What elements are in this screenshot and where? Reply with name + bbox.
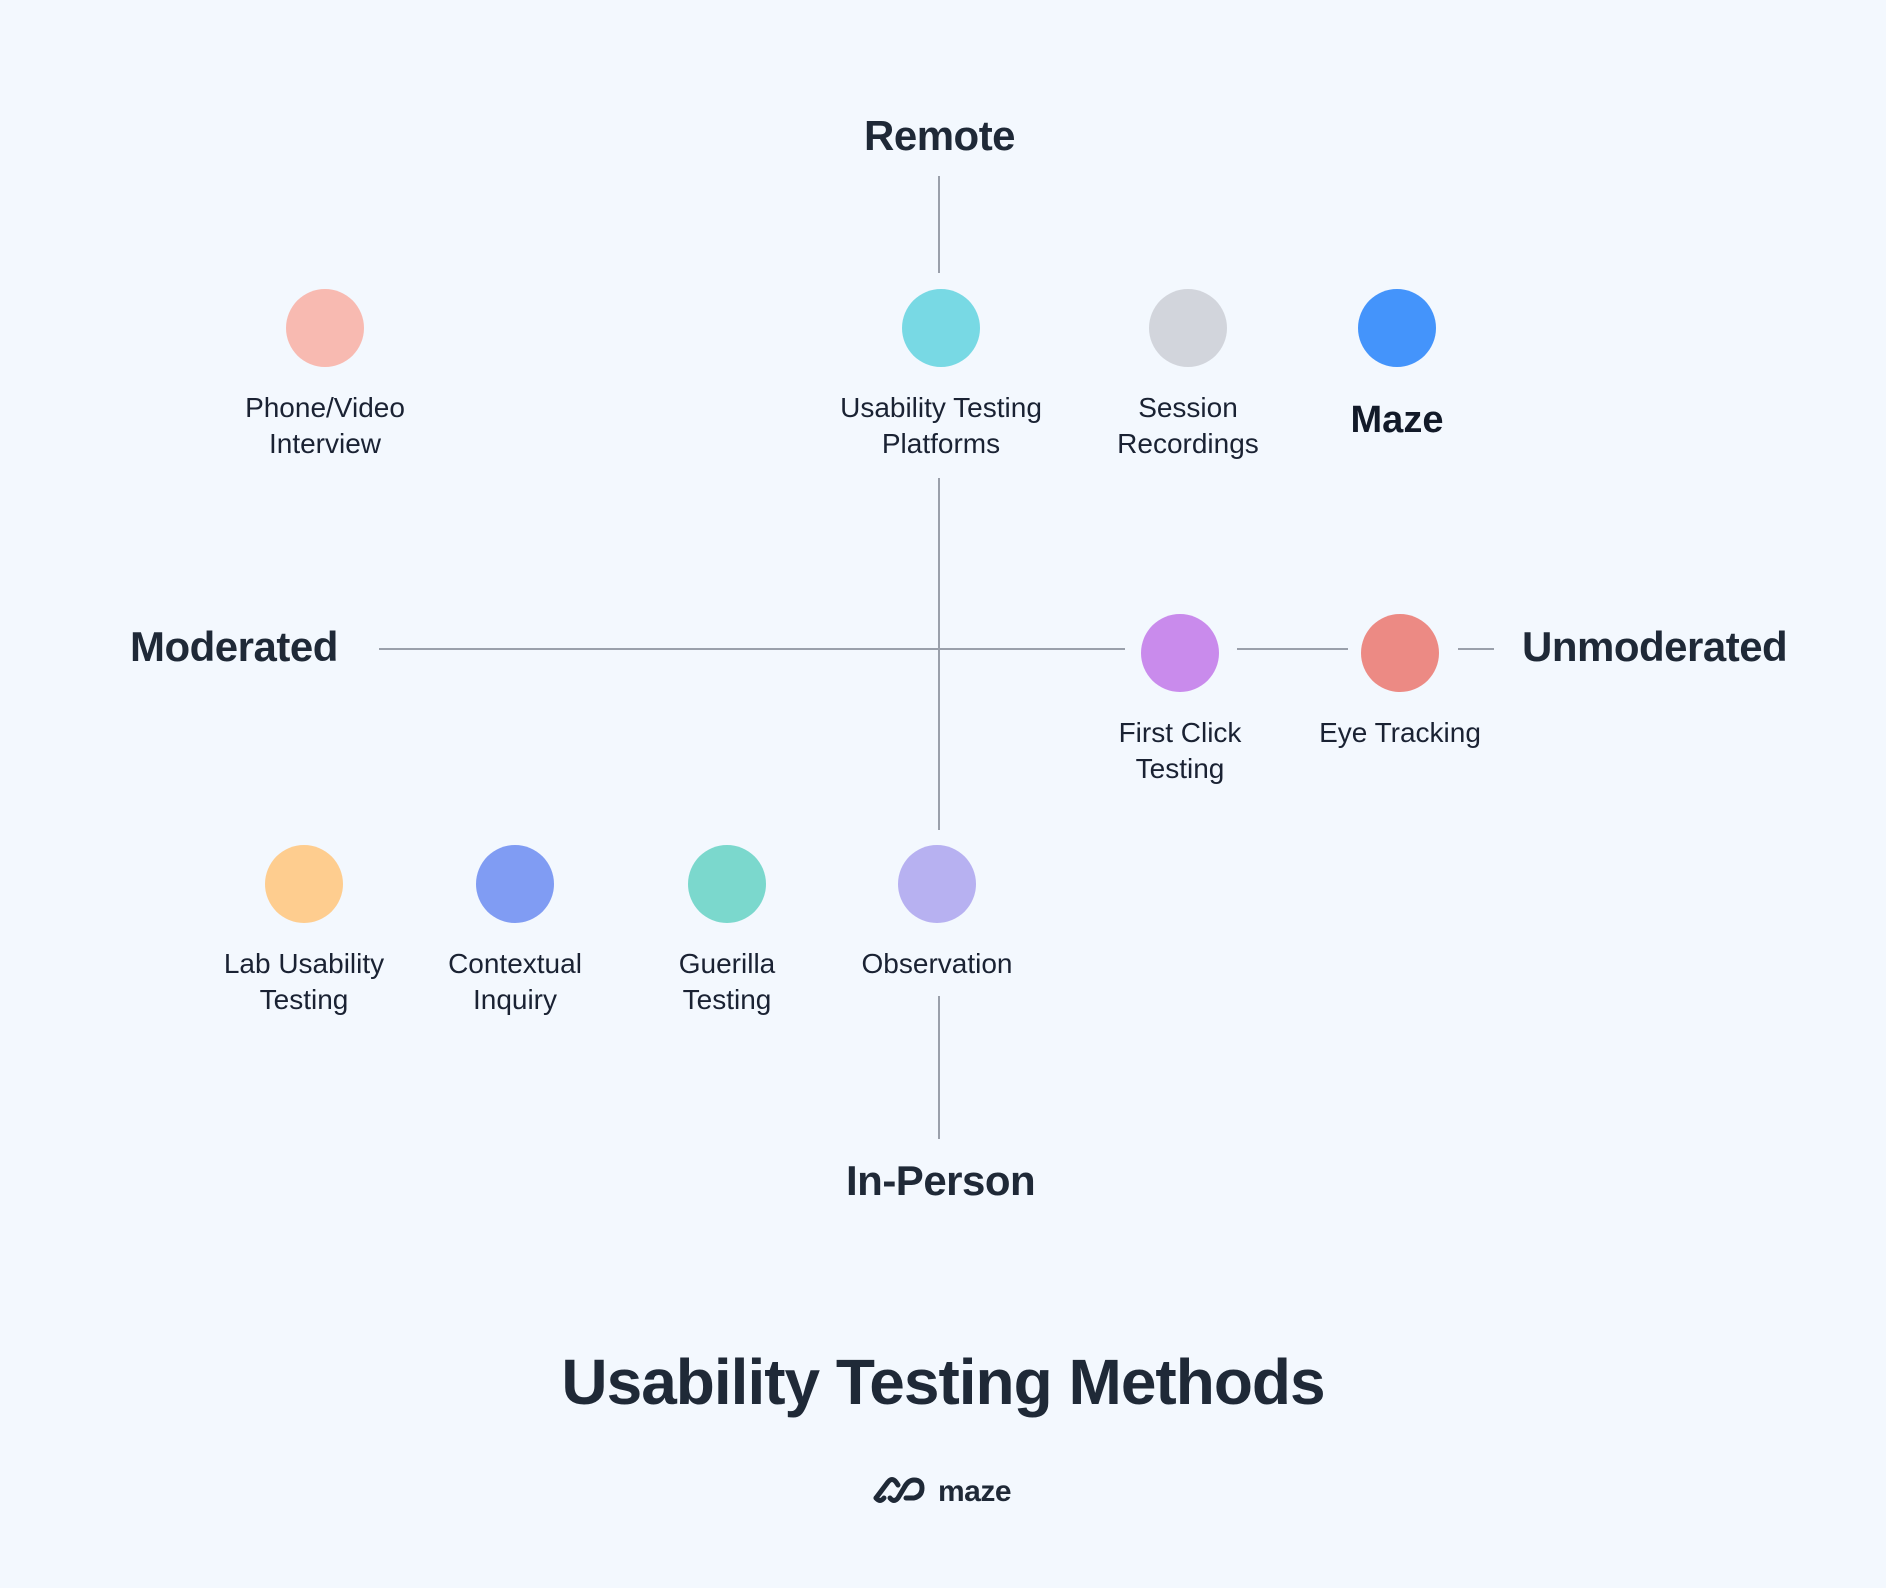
method-label-line: Eye Tracking [1319,717,1481,748]
method-dot [286,289,364,367]
axis-remote-line [938,176,940,273]
method-dot [688,845,766,923]
axis-label-remote: Remote [864,112,1016,159]
diagram-title: Usability Testing Methods [561,1346,1325,1418]
axis-unmoderated-line-end [1458,648,1494,650]
method-label-line: Testing [682,984,772,1015]
maze-logo-icon [872,1474,926,1509]
method-dot [1149,289,1227,367]
method-dot [898,845,976,923]
method-label-line: Interview [268,428,382,459]
axis-label-moderated: Moderated [130,623,338,670]
method-label-line: Platforms [881,428,1001,459]
method-label: Usability Testing Platforms [811,390,1071,462]
method-dot [902,289,980,367]
method-dot [265,845,343,923]
axis-label-unmoderated: Unmoderated [1522,623,1788,670]
method-label-line: Maze [1350,399,1444,441]
axis-unmoderated-line-segment [1237,648,1348,650]
method-label: Observation [807,946,1067,982]
method-label: Maze [1267,398,1527,442]
axis-label-in-person: In-Person [846,1157,1036,1204]
method-label-line: Observation [861,948,1013,979]
brand-logo: maze [872,1474,1012,1509]
method-dot [1358,289,1436,367]
method-dot [1361,614,1439,692]
logo-text: maze [938,1474,1012,1508]
method-label-line: Testing [1135,753,1225,784]
method-dot [1141,614,1219,692]
axis-moderated-line [379,648,1125,650]
method-label: Eye Tracking [1270,715,1530,751]
method-label: Phone/Video Interview [195,390,455,462]
axis-in-person-line [938,996,940,1139]
axis-vertical-center-line [938,478,940,830]
method-label-line: Phone/Video [245,392,405,423]
method-dot [476,845,554,923]
method-label-line: Usability Testing [840,392,1042,423]
